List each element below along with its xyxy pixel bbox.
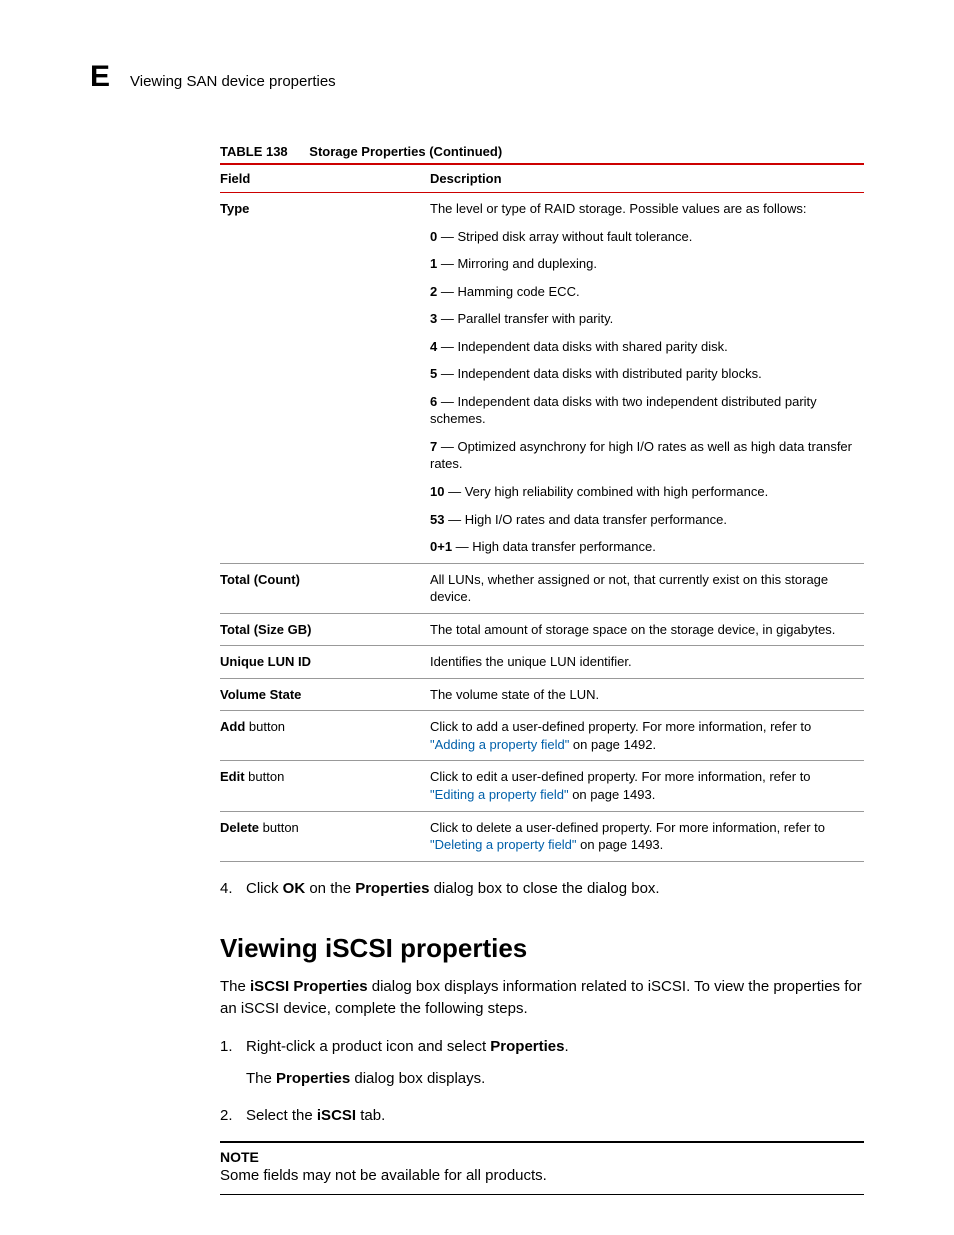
table-row: Total (Size GB) The total amount of stor… xyxy=(220,613,864,646)
table-row: Edit button Click to edit a user-defined… xyxy=(220,761,864,811)
type-intro: The level or type of RAID storage. Possi… xyxy=(430,200,854,218)
desc-type: The level or type of RAID storage. Possi… xyxy=(430,193,864,564)
iscsi-intro: The iSCSI Properties dialog box displays… xyxy=(220,976,864,1020)
page-header: E Viewing SAN device properties xyxy=(90,60,864,94)
col-description: Description xyxy=(430,164,864,193)
col-field: Field xyxy=(220,164,430,193)
section-title-iscsi: Viewing iSCSI properties xyxy=(220,933,864,964)
type-item: 2 — Hamming code ECC. xyxy=(430,283,854,301)
step-4: 4.Click OK on the Properties dialog box … xyxy=(220,878,864,900)
field-unique-lun: Unique LUN ID xyxy=(220,646,430,679)
step-1: 1.Right-click a product icon and select … xyxy=(220,1036,864,1058)
type-item: 53 — High I/O rates and data transfer pe… xyxy=(430,511,854,529)
table-number: TABLE 138 xyxy=(220,144,288,159)
type-item: 0+1 — High data transfer performance. xyxy=(430,538,854,556)
type-item: 5 — Independent data disks with distribu… xyxy=(430,365,854,383)
field-volume-state: Volume State xyxy=(220,678,430,711)
note-box: NOTE Some fields may not be available fo… xyxy=(220,1141,864,1195)
table-row: Total (Count) All LUNs, whether assigned… xyxy=(220,563,864,613)
table-row: Volume State The volume state of the LUN… xyxy=(220,678,864,711)
field-total-count: Total (Count) xyxy=(220,563,430,613)
type-item: 3 — Parallel transfer with parity. xyxy=(430,310,854,328)
note-text: Some fields may not be available for all… xyxy=(220,1165,864,1186)
page: E Viewing SAN device properties TABLE 13… xyxy=(0,0,954,1235)
field-type: Type xyxy=(220,193,430,564)
link-editing-property[interactable]: "Editing a property field" xyxy=(430,787,569,802)
desc-total-count: All LUNs, whether assigned or not, that … xyxy=(430,563,864,613)
type-item: 0 — Striped disk array without fault tol… xyxy=(430,228,854,246)
field-delete-button: Delete button xyxy=(220,811,430,861)
content-area: TABLE 138 Storage Properties (Continued)… xyxy=(220,144,864,1195)
desc-unique-lun: Identifies the unique LUN identifier. xyxy=(430,646,864,679)
step-number: 2. xyxy=(220,1105,246,1127)
link-deleting-property[interactable]: "Deleting a property field" xyxy=(430,837,577,852)
type-item: 1 — Mirroring and duplexing. xyxy=(430,255,854,273)
table-row: Type The level or type of RAID storage. … xyxy=(220,193,864,564)
field-edit-button: Edit button xyxy=(220,761,430,811)
note-label: NOTE xyxy=(220,1149,864,1165)
type-item: 10 — Very high reliability combined with… xyxy=(430,483,854,501)
type-item: 6 — Independent data disks with two inde… xyxy=(430,393,854,428)
desc-volume-state: The volume state of the LUN. xyxy=(430,678,864,711)
desc-total-size: The total amount of storage space on the… xyxy=(430,613,864,646)
step-number: 4. xyxy=(220,878,246,900)
table-row: Unique LUN ID Identifies the unique LUN … xyxy=(220,646,864,679)
desc-add-button: Click to add a user-defined property. Fo… xyxy=(430,711,864,761)
field-total-size: Total (Size GB) xyxy=(220,613,430,646)
table-caption: TABLE 138 Storage Properties (Continued) xyxy=(220,144,864,159)
step-2: 2.Select the iSCSI tab. xyxy=(220,1105,864,1127)
table-row: Delete button Click to delete a user-def… xyxy=(220,811,864,861)
step-1-sub: The Properties dialog box displays. xyxy=(246,1068,864,1090)
table-header-row: Field Description xyxy=(220,164,864,193)
type-item: 4 — Independent data disks with shared p… xyxy=(430,338,854,356)
table-row: Add button Click to add a user-defined p… xyxy=(220,711,864,761)
breadcrumb: Viewing SAN device properties xyxy=(130,73,336,90)
type-item: 7 — Optimized asynchrony for high I/O ra… xyxy=(430,438,854,473)
desc-delete-button: Click to delete a user-defined property.… xyxy=(430,811,864,861)
table-title: Storage Properties (Continued) xyxy=(309,144,502,159)
link-adding-property[interactable]: "Adding a property field" xyxy=(430,737,569,752)
appendix-letter: E xyxy=(90,60,110,94)
desc-edit-button: Click to edit a user-defined property. F… xyxy=(430,761,864,811)
step-number: 1. xyxy=(220,1036,246,1058)
field-add-button: Add button xyxy=(220,711,430,761)
storage-properties-table: Field Description Type The level or type… xyxy=(220,163,864,862)
